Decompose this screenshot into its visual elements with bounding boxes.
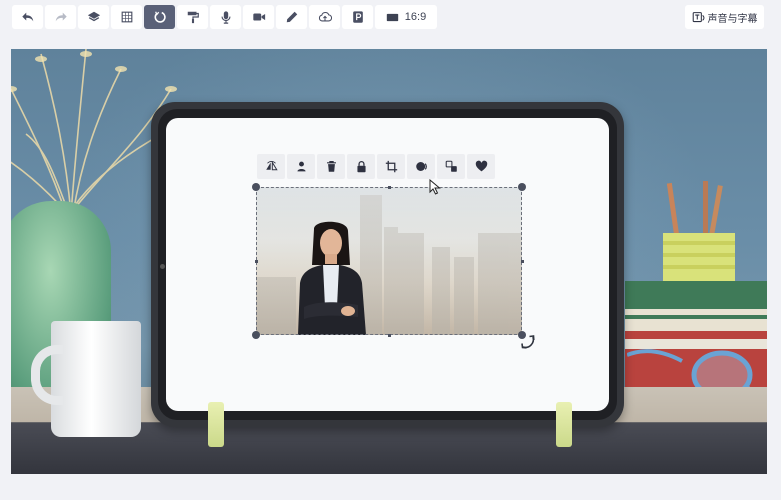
crop-button[interactable]	[377, 154, 405, 179]
flip-icon	[265, 160, 278, 171]
mouse-cursor-icon	[429, 179, 441, 195]
microphone-icon	[220, 11, 231, 24]
lock-button[interactable]	[347, 154, 375, 179]
cloud-upload-icon	[318, 11, 332, 22]
voice-subtitle-button[interactable]: 声音与字幕	[685, 5, 764, 29]
resize-handle-top-left[interactable]	[252, 183, 260, 191]
tablet-stand-right	[556, 402, 572, 447]
redo-button[interactable]	[45, 5, 76, 29]
element-toolbar	[257, 154, 495, 179]
draw-button[interactable]	[276, 5, 307, 29]
tablet-stand-left	[208, 402, 224, 447]
layers-icon	[87, 11, 100, 22]
resize-handle-bottom[interactable]	[388, 334, 391, 337]
delete-button[interactable]	[317, 154, 345, 179]
upload-button[interactable]	[309, 5, 340, 29]
mask-button[interactable]	[407, 154, 435, 179]
mask-icon	[415, 162, 427, 171]
favorite-button[interactable]	[467, 154, 495, 179]
delete-icon	[326, 161, 336, 172]
aspect-ratio-label: 16:9	[404, 11, 427, 23]
canvas-stage[interactable]	[11, 49, 767, 474]
resize-handle-right[interactable]	[521, 260, 524, 263]
swap-icon	[445, 160, 457, 172]
favorite-icon	[475, 160, 487, 172]
grid-icon	[121, 11, 132, 23]
export-button[interactable]	[342, 5, 373, 29]
redo-icon	[55, 12, 67, 22]
resize-handle-bottom-left[interactable]	[252, 331, 260, 339]
magic-button[interactable]	[144, 5, 175, 29]
flip-button[interactable]	[257, 154, 285, 179]
aspect-ratio-button[interactable]: 16:9	[375, 5, 437, 29]
replace-person-button[interactable]	[287, 154, 315, 179]
record-audio-button[interactable]	[210, 5, 241, 29]
swap-button[interactable]	[437, 154, 465, 179]
main-toolbar: 16:9	[12, 5, 437, 29]
tablet-camera	[160, 264, 165, 269]
voice-subtitle-label: 声音与字幕	[707, 13, 758, 25]
video-camera-icon	[252, 13, 265, 21]
p-badge-icon	[352, 11, 363, 23]
undo-icon	[21, 12, 33, 22]
magic-loop-icon	[154, 11, 166, 23]
grid-button[interactable]	[111, 5, 142, 29]
resize-handle-top-right[interactable]	[518, 183, 526, 191]
undo-button[interactable]	[12, 5, 43, 29]
tts-icon	[692, 11, 704, 22]
lock-icon	[356, 160, 366, 173]
selection-box	[256, 187, 522, 335]
paint-button[interactable]	[177, 5, 208, 29]
layers-button[interactable]	[78, 5, 109, 29]
pencil-icon	[286, 11, 297, 23]
pencil-cup	[663, 181, 735, 281]
white-mug	[51, 321, 141, 437]
replace-person-icon	[296, 161, 307, 172]
paint-roller-icon	[187, 11, 199, 24]
resize-handle-top[interactable]	[388, 186, 391, 189]
rotate-icon[interactable]	[519, 333, 537, 351]
record-video-button[interactable]	[243, 5, 274, 29]
resize-handle-left[interactable]	[255, 260, 258, 263]
screen-ratio-icon	[386, 13, 398, 21]
crop-icon	[385, 160, 397, 173]
